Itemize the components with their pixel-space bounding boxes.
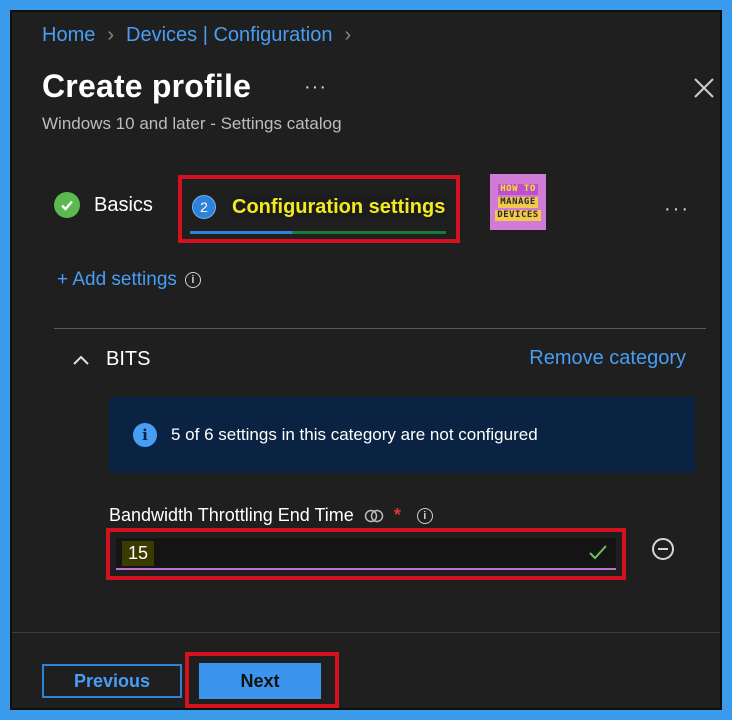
breadcrumb-devices-configuration-link[interactable]: Devices | Configuration xyxy=(126,24,332,47)
input-value: 15 xyxy=(122,540,155,566)
close-icon xyxy=(694,78,714,98)
policy-link-icon[interactable] xyxy=(364,508,384,524)
breadcrumb-home-link[interactable]: Home xyxy=(42,24,95,47)
chevron-right-icon: › xyxy=(344,24,352,46)
tab-basics-label: Basics xyxy=(94,193,153,216)
add-settings-link[interactable]: + Add settings i xyxy=(57,269,201,291)
logo-line-1: HOW TO xyxy=(498,183,538,195)
close-button[interactable] xyxy=(692,76,716,100)
tab-basics[interactable]: Basics xyxy=(54,192,153,218)
divider xyxy=(54,328,706,329)
logo-line-2: MANAGE xyxy=(498,196,538,208)
setting-label: Bandwidth Throttling End Time xyxy=(109,505,354,525)
required-asterisk: * xyxy=(393,505,401,525)
chevron-up-icon[interactable] xyxy=(72,354,90,366)
add-settings-label: + Add settings xyxy=(57,269,177,290)
category-header[interactable]: BITS xyxy=(72,348,150,371)
how-to-manage-devices-logo: HOW TO MANAGE DEVICES xyxy=(490,174,546,230)
valid-check-icon xyxy=(589,545,607,560)
info-icon[interactable]: i xyxy=(416,507,433,524)
remove-setting-icon[interactable] xyxy=(652,538,674,560)
setting-label-row: Bandwidth Throttling End Time * i xyxy=(109,505,433,526)
breadcrumb: Home › Devices | Configuration › xyxy=(42,24,351,47)
next-button[interactable]: Next xyxy=(199,663,321,699)
tab-configuration-settings[interactable]: 2 Configuration settings xyxy=(192,195,448,219)
info-icon: i xyxy=(133,423,157,447)
info-banner-text: 5 of 6 settings in this category are not… xyxy=(171,425,538,444)
previous-button[interactable]: Previous xyxy=(42,664,182,698)
active-tab-underline xyxy=(190,231,446,234)
step-number-badge: 2 xyxy=(192,195,216,219)
more-options-button[interactable]: ··· xyxy=(304,76,327,99)
chevron-right-icon: › xyxy=(107,24,115,46)
create-profile-panel: Home › Devices | Configuration › Create … xyxy=(10,10,722,710)
remove-category-link[interactable]: Remove category xyxy=(529,347,686,370)
more-tabs-button[interactable]: ··· xyxy=(664,198,690,221)
page-subtitle: Windows 10 and later - Settings catalog xyxy=(42,114,342,133)
tab-configuration-settings-label: Configuration settings xyxy=(230,195,448,219)
logo-line-3: DEVICES xyxy=(495,209,541,221)
footer-divider xyxy=(12,632,720,633)
check-circle-icon xyxy=(54,192,80,218)
info-icon[interactable]: i xyxy=(184,272,201,288)
info-banner: i 5 of 6 settings in this category are n… xyxy=(109,397,695,473)
category-name: BITS xyxy=(106,348,151,370)
bandwidth-end-time-input[interactable]: 15 xyxy=(116,538,616,570)
page-title: Create profile xyxy=(42,68,252,104)
